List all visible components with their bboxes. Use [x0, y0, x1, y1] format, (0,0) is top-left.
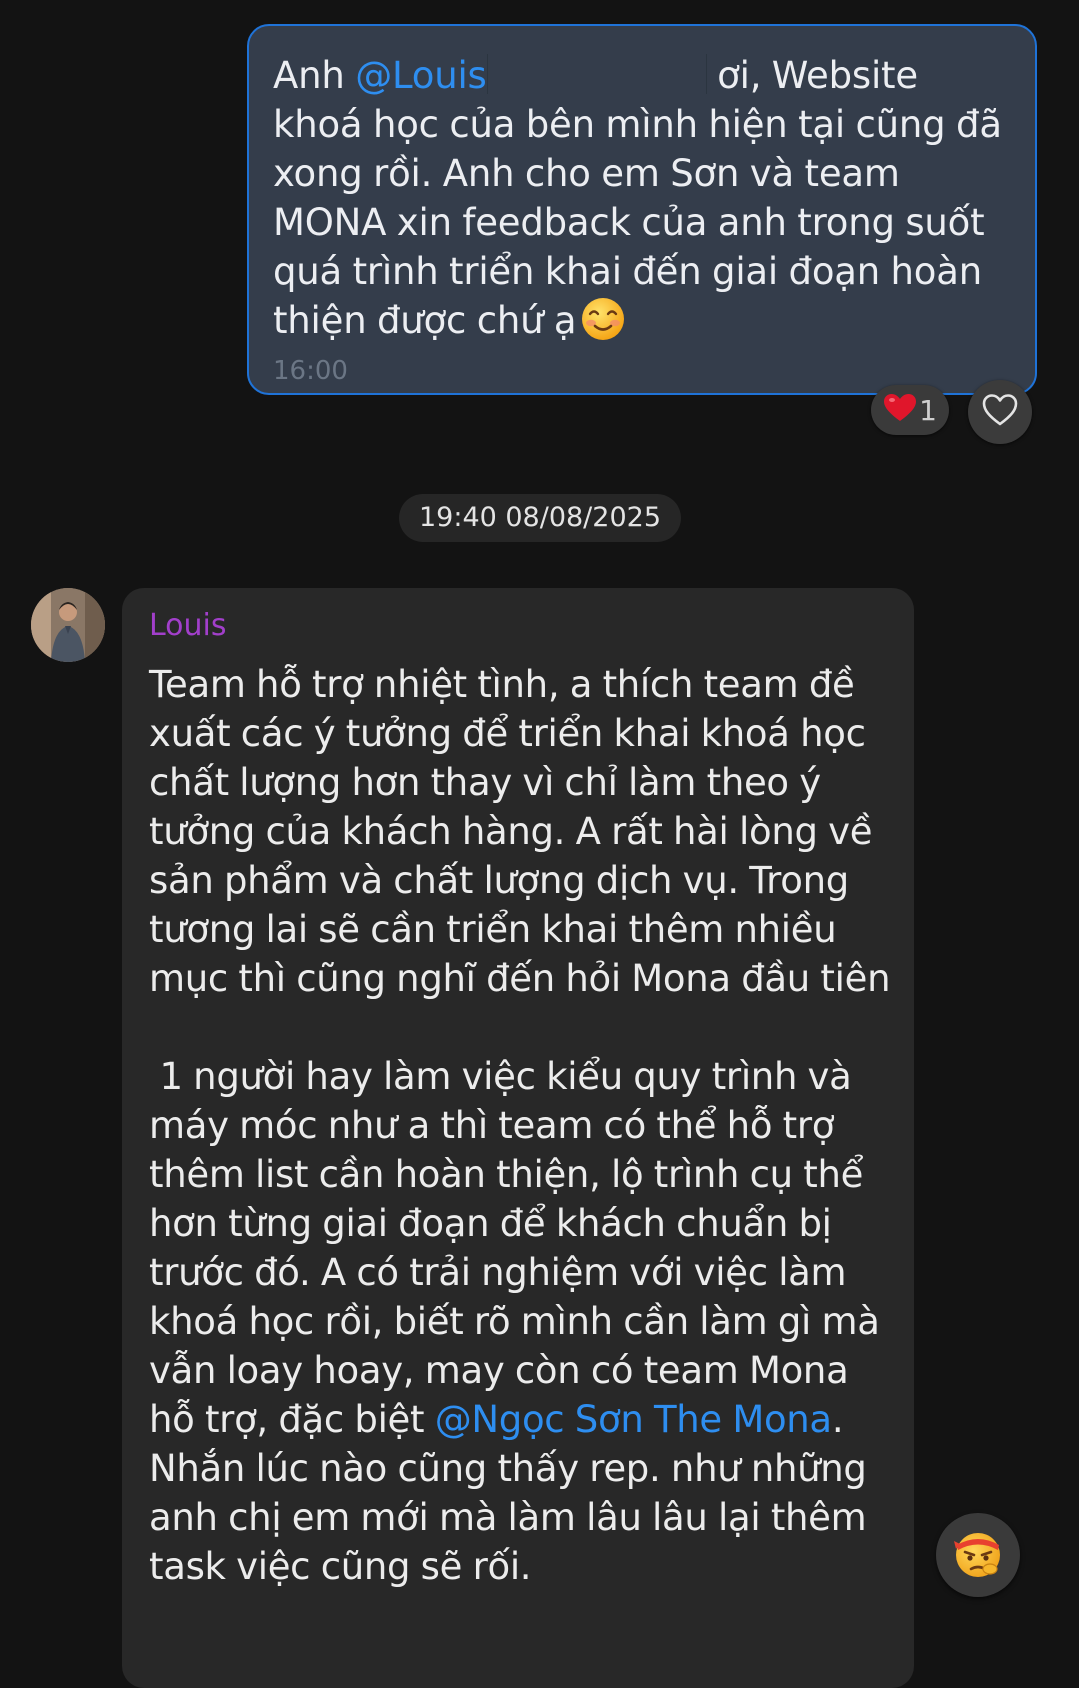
- heart-reaction-count[interactable]: 1: [871, 385, 949, 435]
- message-paragraph-1: Team hỗ trợ nhiệt tình, a thích team đề …: [149, 663, 891, 1000]
- heart-outline-icon: [981, 392, 1019, 432]
- avatar[interactable]: [31, 588, 105, 662]
- outgoing-message-bubble[interactable]: Anh @Louis ơi, Website khoá học của bên …: [247, 24, 1037, 395]
- incoming-message-bubble[interactable]: Louis Team hỗ trợ nhiệt tình, a thích te…: [122, 588, 914, 1688]
- sender-name[interactable]: Louis: [149, 606, 894, 646]
- mention-ngoc-son[interactable]: @Ngọc Sơn The Mona: [435, 1398, 832, 1441]
- angry-face-emoji-icon: [950, 1525, 1006, 1585]
- redacted-name: [486, 54, 707, 94]
- outgoing-message-text: Anh @Louis ơi, Website khoá học của bên …: [273, 51, 1011, 345]
- floating-reaction-button[interactable]: [936, 1513, 1020, 1597]
- mention-louis[interactable]: @Louis: [355, 54, 487, 97]
- date-divider: 19:40 08/08/2025: [399, 494, 681, 542]
- smiling-face-emoji-icon: [580, 296, 626, 342]
- add-reaction-button[interactable]: [968, 380, 1032, 444]
- message-paragraph-2: 1 người hay làm việc kiểu quy trình và m…: [149, 1055, 891, 1441]
- incoming-message-text: Team hỗ trợ nhiệt tình, a thích team đề …: [149, 660, 894, 1591]
- red-heart-icon: [883, 393, 917, 427]
- outgoing-message-suffix: ơi, Website: [706, 54, 918, 97]
- reaction-count: 1: [919, 393, 937, 427]
- outgoing-message-prefix: Anh: [273, 54, 356, 97]
- outgoing-message-body: khoá học của bên mình hiện tại cũng đã x…: [273, 103, 1002, 342]
- message-timestamp: 16:00: [273, 356, 348, 386]
